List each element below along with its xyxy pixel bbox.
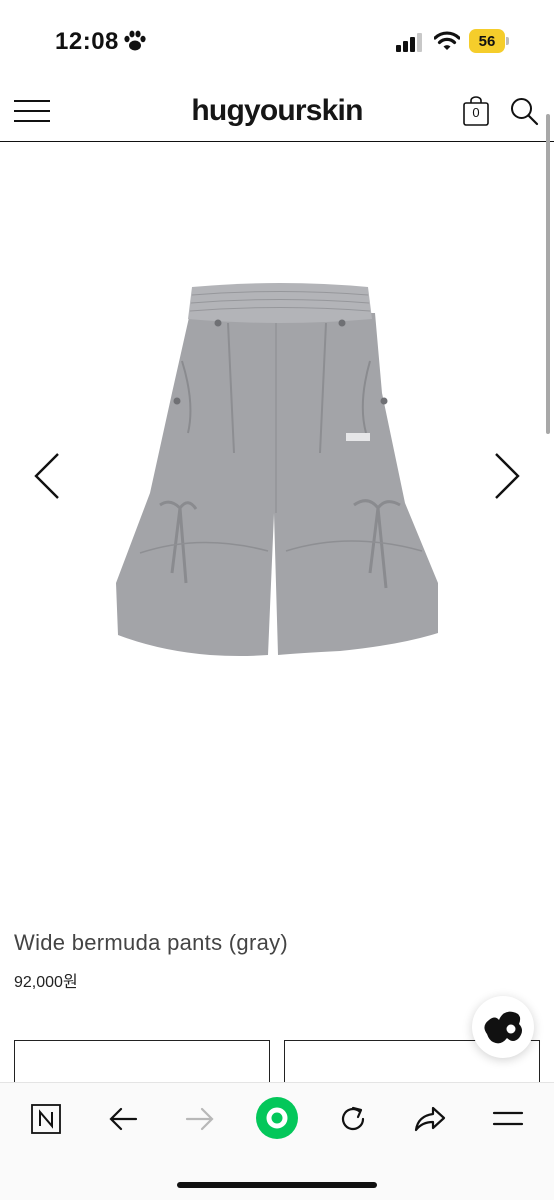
green-home-icon[interactable]: [254, 1095, 300, 1141]
wifi-icon: [434, 31, 460, 50]
forward-arrow-icon[interactable]: [178, 1097, 222, 1141]
paw-icon: [124, 30, 146, 51]
share-icon[interactable]: [408, 1097, 452, 1141]
search-icon[interactable]: [509, 96, 539, 126]
cellular-signal-icon: [396, 33, 422, 52]
chevron-right-icon[interactable]: [490, 451, 524, 501]
shopping-bag-icon[interactable]: 0: [462, 96, 490, 126]
battery-icon: 56: [469, 29, 509, 53]
chevron-left-icon[interactable]: [30, 451, 64, 501]
battery-level: 56: [469, 29, 505, 53]
chat-button[interactable]: [472, 996, 534, 1058]
naver-n-icon[interactable]: [24, 1097, 68, 1141]
back-arrow-icon[interactable]: [101, 1097, 145, 1141]
reload-icon[interactable]: [331, 1097, 375, 1141]
cart-count: 0: [472, 105, 480, 120]
product-image[interactable]: [100, 283, 450, 673]
home-indicator: [177, 1182, 377, 1188]
site-header: hugyourskin 0: [0, 80, 554, 142]
more-menu-icon[interactable]: [486, 1097, 530, 1141]
browser-toolbar: [0, 1082, 554, 1200]
product-gallery: [0, 143, 554, 903]
status-time: 12:08: [55, 28, 119, 55]
battery-tip: [506, 37, 509, 45]
product-price: 92,000원: [14, 974, 78, 991]
chat-blob-icon: [484, 1011, 522, 1044]
product-name: Wide bermuda pants (gray): [14, 930, 289, 955]
status-bar: 12:08 56: [0, 0, 554, 80]
